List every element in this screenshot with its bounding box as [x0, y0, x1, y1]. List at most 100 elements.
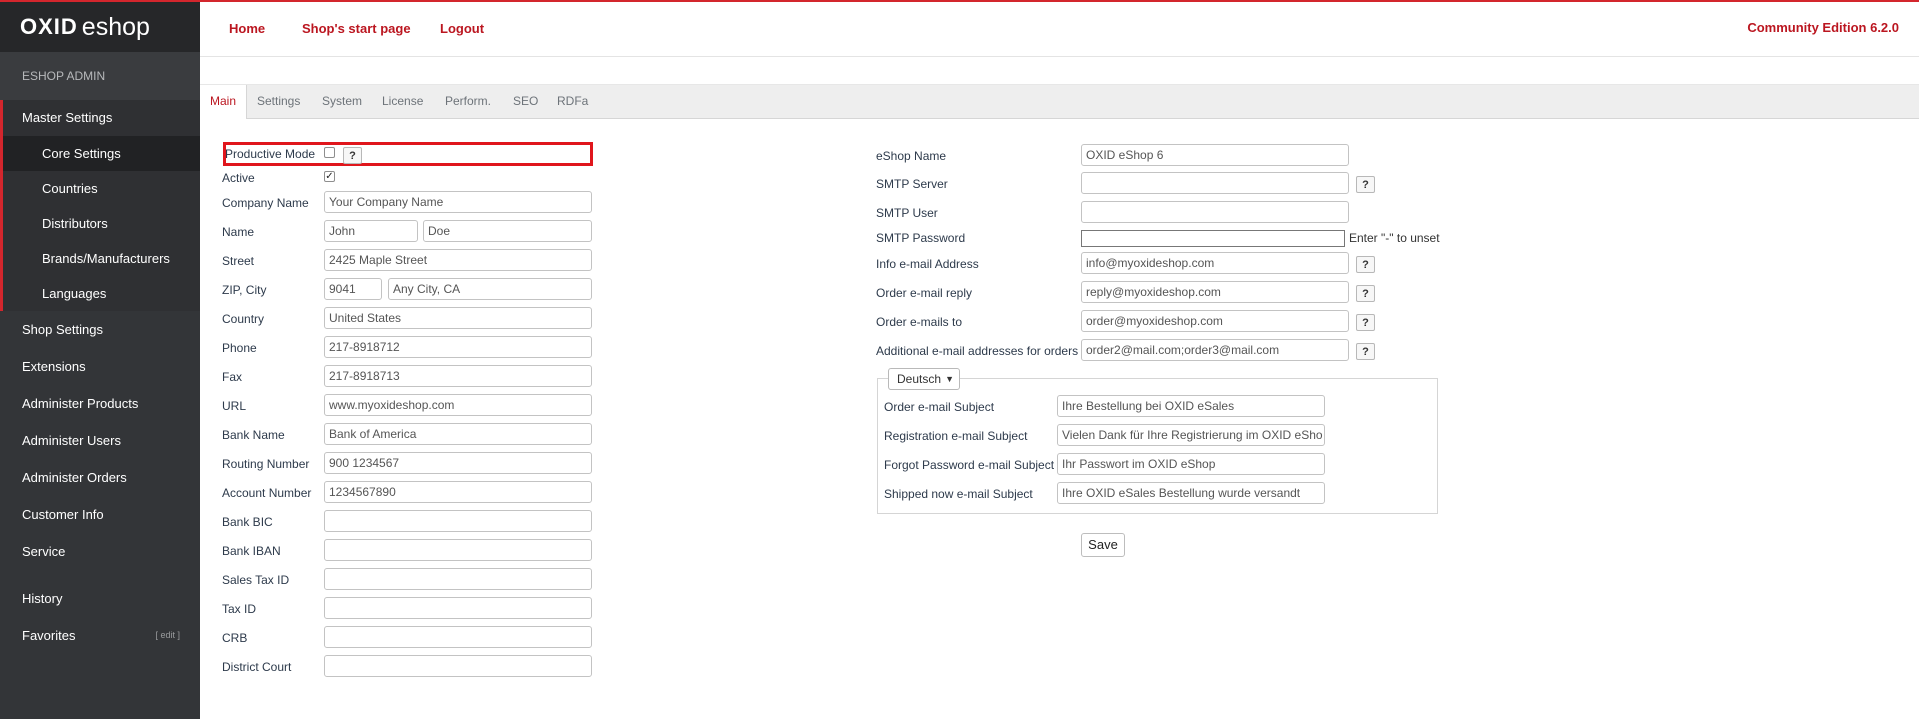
- tax-id-input[interactable]: [324, 597, 592, 619]
- favorites-label: Favorites: [22, 628, 76, 643]
- sidebar-item-favorites[interactable]: Favorites [ edit ]: [0, 617, 200, 654]
- admin-title: ESHOP ADMIN: [0, 52, 200, 100]
- info-email-input[interactable]: info@myoxideshop.com: [1081, 252, 1349, 274]
- sidebar-item-service[interactable]: Service: [0, 533, 200, 570]
- company-name-input[interactable]: Your Company Name: [324, 191, 592, 213]
- url-input[interactable]: www.myoxideshop.com: [324, 394, 592, 416]
- sidebar-item-master-settings[interactable]: Master Settings: [3, 100, 200, 136]
- sales-tax-id-input[interactable]: [324, 568, 592, 590]
- last-name-input[interactable]: Doe: [423, 220, 592, 242]
- chevron-down-icon: ▼: [945, 374, 954, 384]
- bank-bic-label: Bank BIC: [222, 515, 273, 529]
- order-to-help-button[interactable]: ?: [1356, 314, 1375, 331]
- additional-emails-label: Additional e-mail addresses for orders: [876, 344, 1079, 358]
- bank-name-label: Bank Name: [222, 428, 285, 442]
- sidebar-item-distributors[interactable]: Distributors: [3, 206, 200, 241]
- sidebar-item-customer-info[interactable]: Customer Info: [0, 496, 200, 533]
- info-email-help-button[interactable]: ?: [1356, 256, 1375, 273]
- registration-subject-label: Registration e-mail Subject: [884, 429, 1028, 443]
- smtp-server-label: SMTP Server: [876, 177, 948, 191]
- bank-iban-input[interactable]: [324, 539, 592, 561]
- tab-system[interactable]: System: [312, 85, 372, 118]
- nav-shop-start-link[interactable]: Shop's start page: [302, 21, 411, 36]
- order-reply-help-button[interactable]: ?: [1356, 285, 1375, 302]
- active-checkbox[interactable]: ✓: [324, 171, 335, 182]
- additional-emails-help-button[interactable]: ?: [1356, 343, 1375, 360]
- zip-input[interactable]: 9041: [324, 278, 382, 300]
- sidebar-item-products[interactable]: Administer Products: [0, 385, 200, 422]
- order-reply-input[interactable]: reply@myoxideshop.com: [1081, 281, 1349, 303]
- bank-bic-input[interactable]: [324, 510, 592, 532]
- smtp-server-help-button[interactable]: ?: [1356, 176, 1375, 193]
- tab-settings[interactable]: Settings: [247, 85, 310, 118]
- phone-input[interactable]: 217-8918712: [324, 336, 592, 358]
- order-subject-label: Order e-mail Subject: [884, 400, 995, 414]
- crb-input[interactable]: [324, 626, 592, 648]
- smtp-server-input[interactable]: [1081, 172, 1349, 194]
- street-label: Street: [222, 254, 255, 268]
- master-settings-section: Master Settings Core Settings Countries …: [0, 100, 200, 311]
- bank-iban-label: Bank IBAN: [222, 544, 281, 558]
- district-court-label: District Court: [222, 660, 292, 674]
- favorites-edit-link[interactable]: [ edit ]: [155, 617, 180, 654]
- eshop-name-input[interactable]: OXID eShop 6: [1081, 144, 1349, 166]
- nav-home-link[interactable]: Home: [229, 21, 265, 36]
- nav-logout-link[interactable]: Logout: [440, 21, 484, 36]
- productive-mode-label: Productive Mode: [225, 147, 316, 161]
- country-input[interactable]: United States: [324, 307, 592, 329]
- info-email-label: Info e-mail Address: [876, 257, 979, 271]
- smtp-password-input[interactable]: [1081, 230, 1345, 247]
- language-select[interactable]: Deutsch ▼: [888, 368, 960, 390]
- account-number-input[interactable]: 1234567890: [324, 481, 592, 503]
- sidebar-item-shop-settings[interactable]: Shop Settings: [0, 311, 200, 348]
- sidebar-item-countries[interactable]: Countries: [3, 171, 200, 206]
- registration-subject-input[interactable]: Vielen Dank für Ihre Registrierung im OX…: [1057, 424, 1325, 446]
- productive-mode-checkbox[interactable]: [324, 147, 335, 158]
- sales-tax-id-label: Sales Tax ID: [222, 573, 290, 587]
- fax-label: Fax: [222, 370, 243, 384]
- order-to-input[interactable]: order@myoxideshop.com: [1081, 310, 1349, 332]
- bank-name-input[interactable]: Bank of America: [324, 423, 592, 445]
- smtp-password-label: SMTP Password: [876, 231, 966, 245]
- first-name-input[interactable]: John: [324, 220, 418, 242]
- company-name-label: Company Name: [222, 196, 309, 210]
- shipped-subject-input[interactable]: Ihre OXID eSales Bestellung wurde versan…: [1057, 482, 1325, 504]
- sidebar-item-history[interactable]: History: [0, 580, 200, 617]
- sidebar-item-orders[interactable]: Administer Orders: [0, 459, 200, 496]
- tab-rdfa[interactable]: RDFa: [547, 85, 598, 118]
- sidebar-item-core-settings[interactable]: Core Settings: [3, 136, 200, 171]
- routing-number-label: Routing Number: [222, 457, 310, 471]
- routing-number-input[interactable]: 900 1234567: [324, 452, 592, 474]
- shipped-subject-label: Shipped now e-mail Subject: [884, 487, 1033, 501]
- country-label: Country: [222, 312, 265, 326]
- order-to-label: Order e-mails to: [876, 315, 963, 329]
- city-input[interactable]: Any City, CA: [388, 278, 592, 300]
- forgot-password-subject-input[interactable]: Ihr Passwort im OXID eShop: [1057, 453, 1325, 475]
- productive-mode-help-button[interactable]: ?: [343, 147, 362, 164]
- street-input[interactable]: 2425 Maple Street: [324, 249, 592, 271]
- district-court-input[interactable]: [324, 655, 592, 677]
- tab-perform[interactable]: Perform.: [435, 85, 501, 118]
- active-label: Active: [222, 171, 255, 185]
- smtp-password-hint: Enter "-" to unset: [1349, 231, 1440, 245]
- fax-input[interactable]: 217-8918713: [324, 365, 592, 387]
- url-label: URL: [222, 399, 247, 413]
- logo-light-text: eshop: [81, 12, 150, 41]
- save-button[interactable]: Save: [1081, 533, 1125, 557]
- additional-emails-input[interactable]: order2@mail.com;order3@mail.com: [1081, 339, 1349, 361]
- tab-license[interactable]: License: [372, 85, 433, 118]
- sidebar-item-users[interactable]: Administer Users: [0, 422, 200, 459]
- sidebar-item-languages[interactable]: Languages: [3, 276, 200, 311]
- crb-label: CRB: [222, 631, 248, 645]
- smtp-user-input[interactable]: [1081, 201, 1349, 223]
- tab-seo[interactable]: SEO: [503, 85, 548, 118]
- oxid-logo[interactable]: OXID eshop: [0, 2, 200, 52]
- order-subject-input[interactable]: Ihre Bestellung bei OXID eSales: [1057, 395, 1325, 417]
- phone-label: Phone: [222, 341, 257, 355]
- sidebar-item-extensions[interactable]: Extensions: [0, 348, 200, 385]
- forgot-password-subject-label: Forgot Password e-mail Subject: [884, 458, 1055, 472]
- name-label: Name: [222, 225, 255, 239]
- sidebar-item-brands[interactable]: Brands/Manufacturers: [3, 241, 200, 276]
- tab-main[interactable]: Main: [200, 85, 248, 119]
- top-header: Home Shop's start page Logout Community …: [200, 2, 1919, 57]
